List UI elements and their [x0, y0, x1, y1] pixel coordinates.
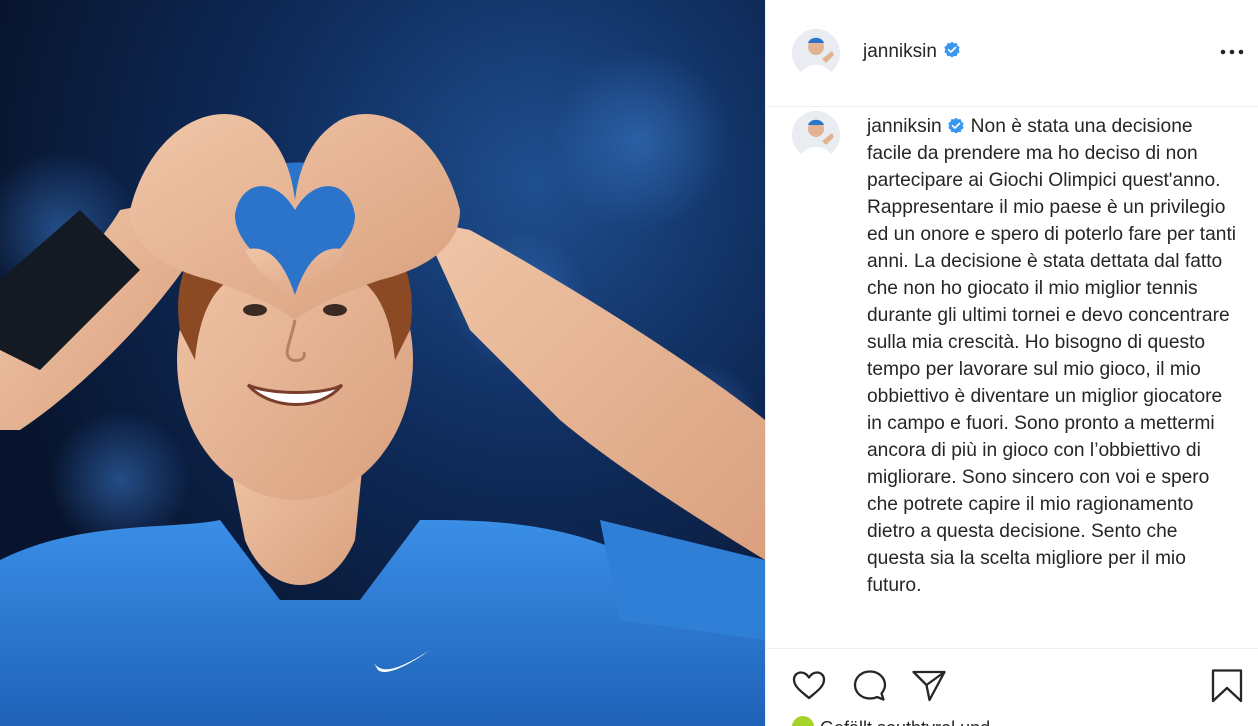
author-username[interactable]: janniksin: [863, 41, 961, 63]
likes-text: Gefällt southtyrol und: [820, 718, 990, 726]
likes-summary[interactable]: Gefällt southtyrol und: [792, 716, 990, 726]
post-photo[interactable]: [0, 0, 765, 726]
photo-illustration: [0, 50, 765, 726]
verified-badge-icon: [944, 41, 960, 58]
caption-author-avatar[interactable]: [792, 111, 840, 159]
author-avatar[interactable]: [792, 29, 840, 77]
liker-avatar[interactable]: [792, 716, 814, 726]
comment-button[interactable]: [851, 667, 889, 705]
post-actions-bar: Gefällt southtyrol und: [766, 648, 1258, 726]
caption-text-block: janniksin Non è stata una decisione facil…: [867, 113, 1239, 599]
instagram-post-view: janniksin janniksin Non è stata una deci…: [0, 0, 1258, 726]
post-header: janniksin: [766, 0, 1258, 107]
save-button[interactable]: [1208, 667, 1246, 705]
heart-icon: [792, 671, 826, 700]
caption-username[interactable]: janniksin: [867, 116, 942, 137]
paper-plane-icon: [912, 670, 946, 702]
caption-body: Non è stata una decisione facile da pren…: [867, 116, 1237, 596]
like-button[interactable]: [790, 667, 828, 705]
verified-badge-icon: [948, 117, 964, 134]
more-horizontal-icon: [1220, 49, 1244, 55]
share-button[interactable]: [910, 667, 948, 705]
comment-bubble-icon: [853, 670, 887, 701]
more-options-button[interactable]: [1219, 42, 1245, 62]
author-username-text[interactable]: janniksin: [863, 41, 937, 62]
post-details-panel: janniksin janniksin Non è stata una deci…: [765, 0, 1258, 726]
bookmark-icon: [1211, 669, 1243, 703]
